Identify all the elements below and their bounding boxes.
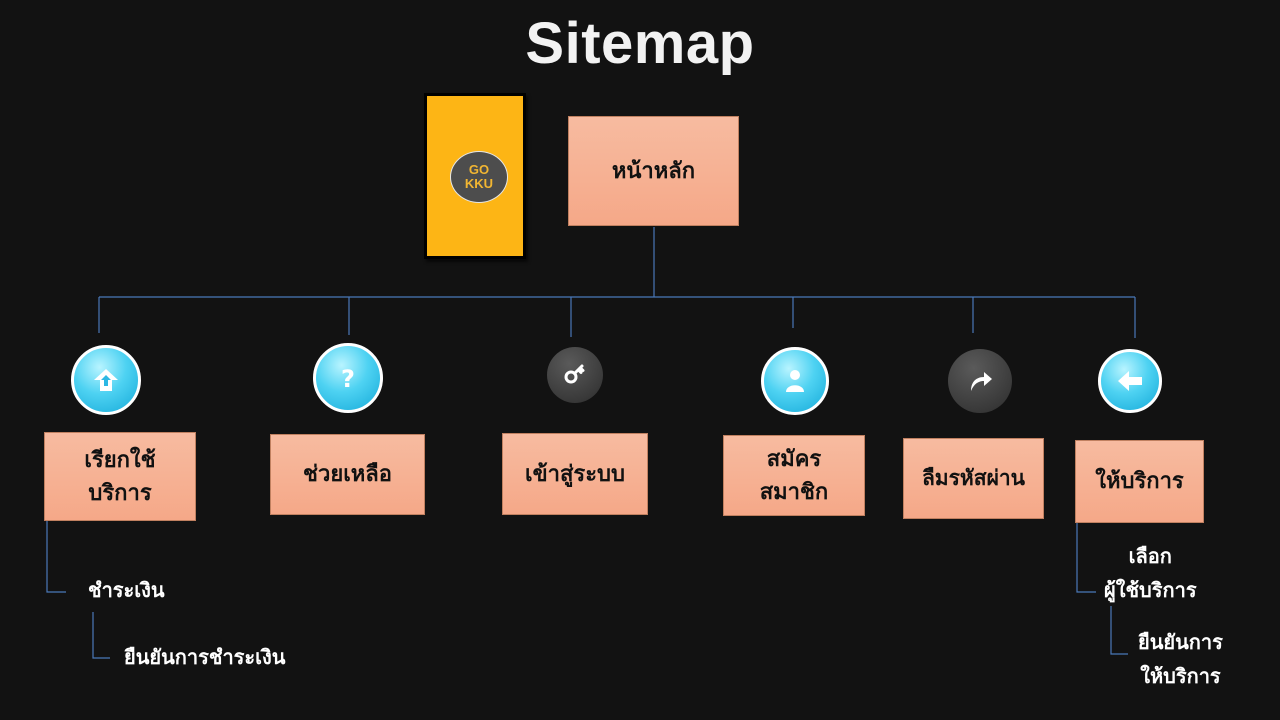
choose-user-connector — [1076, 522, 1096, 593]
subnode-choose-user-line2: ผู้ใช้บริการ — [1104, 578, 1197, 602]
payment-connector — [46, 521, 66, 593]
node-help[interactable]: ช่วยเหลือ — [270, 434, 425, 515]
subnode-confirm-service-line2: ให้บริการ — [1140, 664, 1221, 688]
upload-home-icon[interactable] — [71, 345, 141, 415]
node-provide-service[interactable]: ให้บริการ — [1075, 440, 1204, 523]
redo-arrow-icon[interactable] — [948, 349, 1012, 413]
root-node-home[interactable]: หน้าหลัก — [568, 116, 739, 226]
node-login[interactable]: เข้าสู่ระบบ — [502, 433, 648, 515]
subnode-confirm-payment[interactable]: ยืนยันการชำระเงิน — [124, 640, 285, 674]
subnode-choose-user[interactable]: เลือก ผู้ใช้บริการ — [1104, 539, 1197, 607]
subnode-choose-user-line1: เลือก — [1128, 544, 1172, 568]
node-label-line1: ช่วยเหลือ — [303, 462, 392, 487]
node-label-line1: สมัคร — [766, 446, 822, 472]
logo-text-go: GO — [468, 162, 490, 177]
node-register[interactable]: สมัคร สมาชิก — [723, 435, 865, 516]
node-label-line1: ลืมรหัสผ่าน — [921, 466, 1026, 490]
confirm-payment-connector — [92, 612, 110, 659]
help-question-icon[interactable]: ? — [313, 343, 383, 413]
node-label-line2: สมาชิก — [759, 479, 829, 505]
node-request-service[interactable]: เรียกใช้ บริการ — [44, 432, 196, 521]
gokku-logo: GO KKU — [450, 151, 508, 203]
confirm-service-connector — [1110, 606, 1128, 655]
back-arrow-icon[interactable] — [1098, 349, 1162, 413]
node-label-line1: เข้าสู่ระบบ — [525, 461, 625, 487]
connector-lines — [46, 227, 1136, 659]
node-label-line1: เรียกใช้ — [84, 447, 156, 473]
subnode-payment[interactable]: ชำระเงิน — [88, 573, 165, 607]
key-icon[interactable] — [547, 347, 603, 403]
root-node-label: หน้าหลัก — [611, 158, 696, 184]
user-icon[interactable] — [761, 347, 829, 415]
node-label-line1: ให้บริการ — [1095, 469, 1184, 494]
node-label-line2: บริการ — [88, 480, 152, 506]
svg-text:?: ? — [341, 365, 355, 393]
gokku-logo-card: GO KKU — [424, 93, 526, 259]
subnode-confirm-service[interactable]: ยืนยันการ ให้บริการ — [1138, 625, 1223, 693]
logo-text-kku: KKU — [464, 176, 494, 191]
node-forgot-password[interactable]: ลืมรหัสผ่าน — [903, 438, 1044, 519]
subnode-confirm-service-line1: ยืนยันการ — [1138, 630, 1223, 654]
